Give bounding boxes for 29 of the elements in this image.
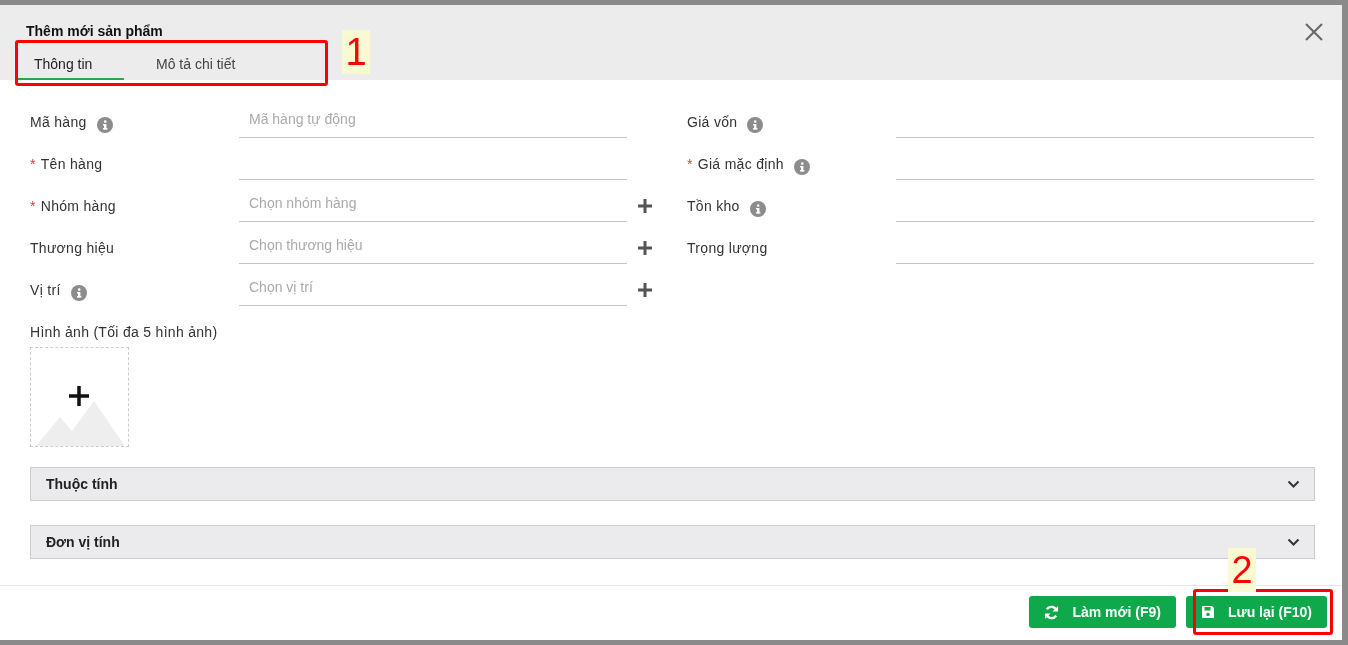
- dialog-title: Thêm mới sản phẩm: [26, 22, 163, 40]
- step-number: 1: [342, 30, 370, 74]
- refresh-icon: [1044, 604, 1060, 620]
- step-number: 2: [1228, 548, 1256, 592]
- field-label: Vị trí: [30, 280, 61, 300]
- input-field[interactable]: Chọn vị trí: [239, 274, 627, 306]
- tab[interactable]: Mô tả chi tiết: [140, 50, 252, 80]
- input-field[interactable]: Chọn nhóm hàng: [239, 190, 627, 222]
- images-label: Hình ảnh (Tối đa 5 hình ảnh): [30, 323, 219, 342]
- image-upload[interactable]: [30, 347, 129, 447]
- field-label: Giá vốn: [687, 112, 738, 132]
- field-label: Mã hàng: [30, 112, 87, 132]
- section-title: Đơn vị tính: [46, 532, 120, 552]
- field-label: Nhóm hàng: [40, 196, 116, 216]
- required-mark: *: [687, 154, 693, 174]
- section-header[interactable]: Thuộc tính: [30, 467, 1315, 501]
- tab[interactable]: Thông tin: [18, 50, 124, 80]
- field-label: Giá mặc định: [697, 154, 784, 174]
- input-field[interactable]: Mã hàng tự động: [239, 106, 627, 138]
- required-mark: *: [30, 154, 36, 174]
- field-label: Trọng lượng: [687, 238, 768, 258]
- section-title: Thuộc tính: [46, 474, 118, 494]
- required-mark: *: [30, 196, 36, 216]
- field-label: Tồn kho: [687, 196, 740, 216]
- close-button[interactable]: [1304, 21, 1324, 41]
- save-icon: [1200, 605, 1215, 619]
- field-label: Tên hàng: [40, 154, 103, 174]
- input-field[interactable]: Chọn thương hiệu: [239, 232, 627, 264]
- field-label: Thương hiệu: [30, 238, 115, 258]
